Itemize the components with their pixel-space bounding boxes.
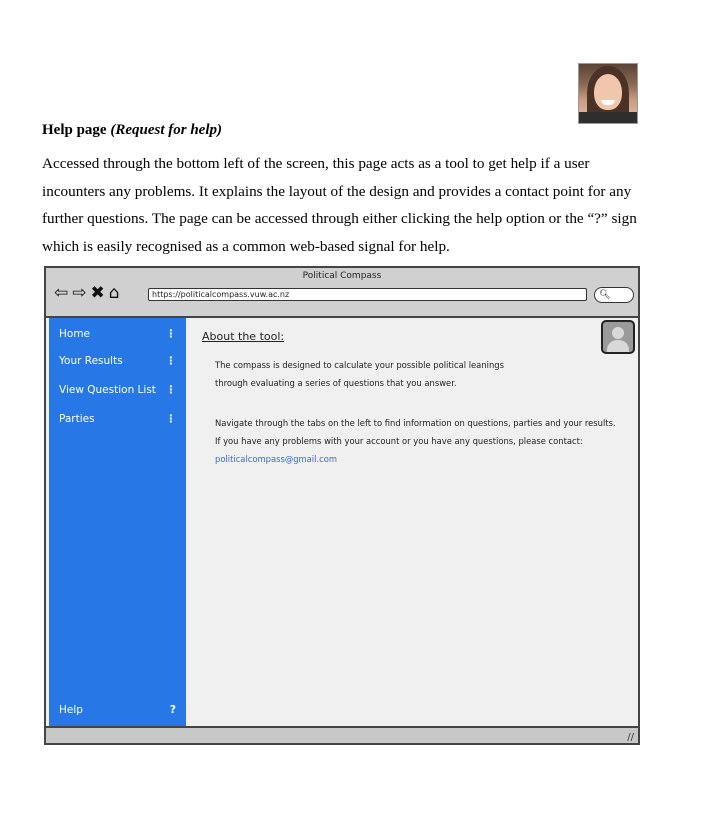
help-question-icon: ?: [169, 704, 176, 716]
back-arrow-icon[interactable]: ⇦: [54, 284, 68, 302]
content-line: If you have any problems with your accou…: [215, 436, 583, 446]
url-bar[interactable]: https://politicalcompass.vuw.ac.nz: [148, 288, 587, 301]
sidebar: Home ⋮ Your Results ⋮ View Question List…: [49, 318, 186, 730]
search-button[interactable]: 🔍︎: [594, 287, 634, 303]
doc-paragraph: Accessed through the bottom left of the …: [42, 155, 637, 255]
sidebar-item-label: Home: [59, 328, 91, 340]
sidebar-item-label: Your Results: [59, 355, 123, 367]
close-icon[interactable]: ✖: [91, 284, 105, 302]
menu-dots-icon: ⋮: [165, 355, 177, 367]
contact-email-link[interactable]: politicalcompass@gmail.com: [215, 454, 337, 464]
heading-subtitle: (Request for help): [110, 122, 223, 138]
window-title: Political Compass: [302, 271, 382, 281]
heading-title: Help page: [42, 122, 107, 138]
content-line: Navigate through the tabs on the left to…: [215, 418, 616, 428]
forward-arrow-icon[interactable]: ⇨: [72, 284, 86, 302]
content-line: The compass is designed to calculate you…: [215, 360, 504, 370]
user-avatar-icon[interactable]: [601, 320, 635, 354]
sidebar-item-your-results[interactable]: Your Results ⋮: [59, 355, 176, 367]
app-window-mockup: Political Compass ⇦ ⇨ ✖ ⌂ https://politi…: [44, 266, 640, 745]
profile-photo: [578, 63, 638, 124]
doc-heading: Help page (Request for help): [42, 122, 222, 139]
content-title: About the tool:: [202, 330, 285, 343]
sidebar-item-home[interactable]: Home ⋮: [59, 328, 176, 340]
sidebar-item-label: Parties: [59, 413, 95, 425]
menu-dots-icon: ⋮: [165, 328, 177, 340]
search-icon: 🔍︎: [599, 290, 611, 300]
sidebar-item-view-question-list[interactable]: View Question List ⋮: [59, 384, 176, 396]
home-icon[interactable]: ⌂: [109, 284, 120, 302]
status-bar: //: [46, 726, 638, 743]
menu-dots-icon: ⋮: [165, 413, 177, 425]
content-line: through evaluating a series of questions…: [215, 378, 457, 388]
resize-grip-icon[interactable]: //: [627, 732, 634, 743]
sidebar-item-label: View Question List: [59, 384, 156, 396]
sidebar-item-parties[interactable]: Parties ⋮: [59, 413, 176, 425]
menu-dots-icon: ⋮: [165, 384, 177, 396]
sidebar-item-help[interactable]: Help ?: [59, 704, 176, 716]
sidebar-item-label: Help: [59, 704, 83, 716]
browser-toolbar: Political Compass ⇦ ⇨ ✖ ⌂ https://politi…: [46, 268, 638, 318]
